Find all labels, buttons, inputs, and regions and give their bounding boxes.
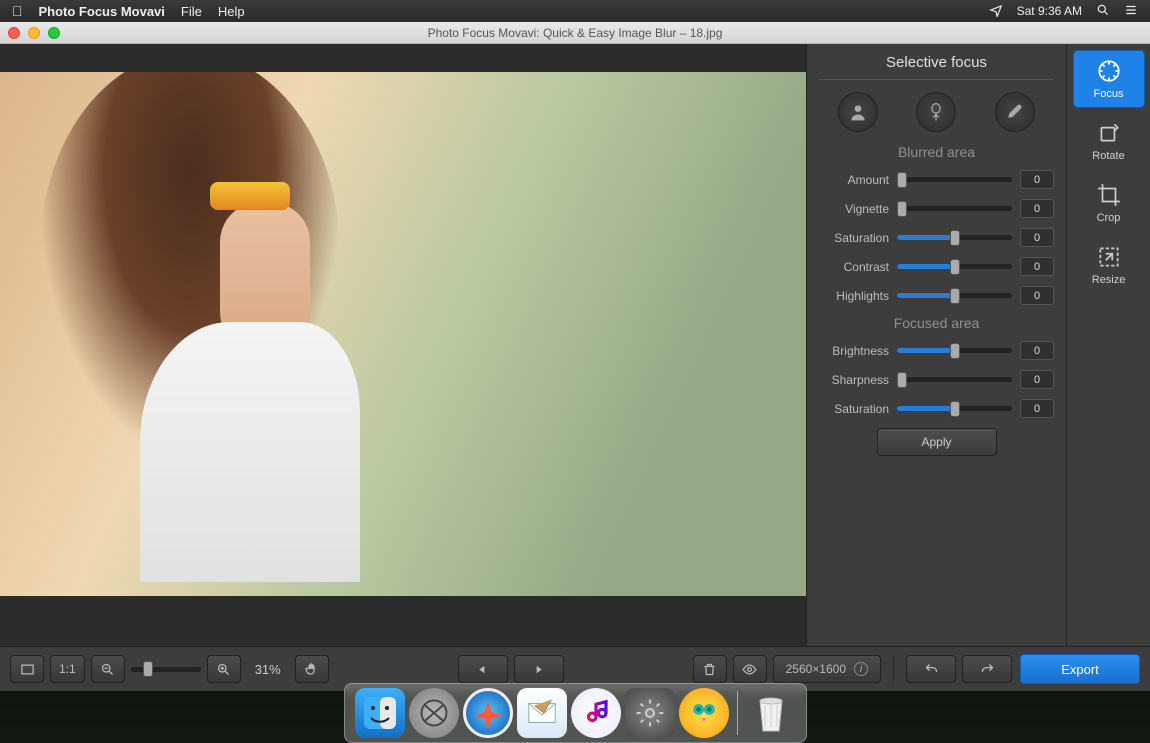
delete-button[interactable] [693,655,727,683]
tool-label: Crop [1097,212,1121,224]
slider-track[interactable] [897,206,1012,211]
zoom-in-button[interactable] [207,655,241,683]
dock-launchpad-icon[interactable] [409,688,459,738]
desktop-background [0,691,1150,743]
tool-label: Focus [1094,88,1124,100]
slider-label: Brightness [819,344,889,358]
prev-image-button[interactable] [458,655,508,683]
slider-value[interactable]: 0 [1020,399,1054,418]
slider-value[interactable]: 0 [1020,286,1054,305]
slider-track[interactable] [897,235,1012,240]
switch-icon[interactable] [989,3,1003,20]
app-window: Photo Focus Movavi: Quick & Easy Image B… [0,22,1150,691]
tool-label: Rotate [1092,150,1124,162]
blurred-slider-saturation: Saturation 0 [819,228,1054,247]
export-button[interactable]: Export [1020,654,1140,684]
slider-value[interactable]: 0 [1020,257,1054,276]
info-icon[interactable]: i [854,662,868,676]
zoom-percent: 31% [255,662,281,677]
window-titlebar: Photo Focus Movavi: Quick & Easy Image B… [0,22,1150,44]
image-dimensions: 2560×1600 i [773,655,881,683]
slider-label: Vignette [819,202,889,216]
slider-label: Saturation [819,231,889,245]
redo-button[interactable] [962,655,1012,683]
image-canvas[interactable] [0,72,806,596]
blurred-slider-amount: Amount 0 [819,170,1054,189]
macos-menubar:  Photo Focus Movavi File Help Sat 9:36 … [0,0,1150,22]
menu-list-icon[interactable] [1124,3,1138,20]
window-minimize-button[interactable] [28,27,40,39]
slider-value[interactable]: 0 [1020,370,1054,389]
focused-slider-sharpness: Sharpness 0 [819,370,1054,389]
actual-size-button[interactable]: 1:1 [50,655,85,683]
focused-slider-brightness: Brightness 0 [819,341,1054,360]
tool-strip: Focus Rotate Crop Resize [1066,44,1150,646]
slider-label: Sharpness [819,373,889,387]
mode-macro-button[interactable] [916,92,956,132]
settings-panel: Selective focus Blurred area Amount0Vign… [806,44,1066,646]
menubar-item-help[interactable]: Help [218,4,245,19]
tool-resize[interactable]: Resize [1073,236,1145,294]
slider-value[interactable]: 0 [1020,170,1054,189]
fit-screen-button[interactable] [10,655,44,683]
window-close-button[interactable] [8,27,20,39]
focused-area-title: Focused area [819,315,1054,331]
blurred-slider-highlights: Highlights 0 [819,286,1054,305]
blurred-slider-vignette: Vignette 0 [819,199,1054,218]
macos-dock [344,683,807,743]
slider-track[interactable] [897,177,1012,182]
slider-track[interactable] [897,377,1012,382]
spotlight-icon[interactable] [1096,3,1110,20]
image-content [210,182,290,210]
slider-label: Saturation [819,402,889,416]
slider-track[interactable] [897,293,1012,298]
apply-button[interactable]: Apply [877,428,997,456]
dock-app-icon[interactable] [679,688,729,738]
slider-value[interactable]: 0 [1020,228,1054,247]
dock-safari-icon[interactable] [463,688,513,738]
zoom-out-button[interactable] [91,655,125,683]
dock-finder-icon[interactable] [355,688,405,738]
dock-separator [737,691,738,735]
menubar-app-name[interactable]: Photo Focus Movavi [39,4,165,19]
slider-track[interactable] [897,264,1012,269]
dock-mail-icon[interactable] [517,688,567,738]
slider-label: Amount [819,173,889,187]
next-image-button[interactable] [514,655,564,683]
tool-focus[interactable]: Focus [1073,50,1145,108]
window-maximize-button[interactable] [48,27,60,39]
preview-button[interactable] [733,655,767,683]
slider-track[interactable] [897,406,1012,411]
hand-tool-button[interactable] [295,655,329,683]
tool-crop[interactable]: Crop [1073,174,1145,232]
tool-rotate[interactable]: Rotate [1073,112,1145,170]
menubar-clock[interactable]: Sat 9:36 AM [1017,4,1082,18]
dock-trash-icon[interactable] [746,688,796,738]
slider-value[interactable]: 0 [1020,199,1054,218]
apple-menu[interactable]:  [12,3,23,19]
menubar-item-file[interactable]: File [181,4,202,19]
undo-button[interactable] [906,655,956,683]
window-title: Photo Focus Movavi: Quick & Easy Image B… [0,26,1150,40]
slider-value[interactable]: 0 [1020,341,1054,360]
image-content [140,322,360,582]
panel-title: Selective focus [819,54,1054,80]
dock-itunes-icon[interactable] [571,688,621,738]
tool-label: Resize [1092,274,1126,286]
mode-portrait-button[interactable] [838,92,878,132]
slider-label: Contrast [819,260,889,274]
slider-track[interactable] [897,348,1012,353]
blurred-area-title: Blurred area [819,144,1054,160]
focused-slider-saturation: Saturation 0 [819,399,1054,418]
canvas-column [0,44,806,646]
zoom-slider[interactable] [131,667,201,672]
slider-label: Highlights [819,289,889,303]
mode-brush-button[interactable] [995,92,1035,132]
blurred-slider-contrast: Contrast 0 [819,257,1054,276]
dock-settings-icon[interactable] [625,688,675,738]
